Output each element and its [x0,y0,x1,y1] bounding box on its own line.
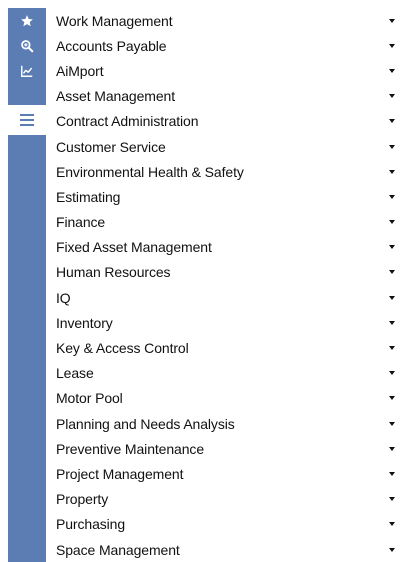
menu-item-project-management[interactable]: Project Management [56,461,400,486]
menu-item-label: AiMport [56,62,104,79]
chevron-down-icon [389,547,395,552]
chevron-down-icon [389,396,395,401]
menu-item-label: Estimating [56,188,121,205]
chevron-down-icon [389,471,395,476]
menu-item-space-management[interactable]: Space Management [56,537,400,562]
menu-item-label: Customer Service [56,138,166,155]
menu-item-label: Preventive Maintenance [56,440,204,457]
menu-item-label: Purchasing [56,516,126,533]
menu-item-work-management[interactable]: Work Management [56,8,400,33]
chevron-down-icon [389,371,395,376]
menu-item-label: Fixed Asset Management [56,239,212,256]
menu-item-purchasing[interactable]: Purchasing [56,512,400,537]
menu-item-planning-needs-analysis[interactable]: Planning and Needs Analysis [56,411,400,436]
menu-item-label: Asset Management [56,88,176,105]
side-rail [8,8,46,562]
menu-item-label: Key & Access Control [56,340,189,357]
menu-item-label: IQ [56,289,71,306]
chevron-down-icon [389,94,395,99]
module-menu: Work Management Accounts Payable AiMport… [56,8,400,562]
app: Work Management Accounts Payable AiMport… [0,0,404,562]
menu-item-aimport[interactable]: AiMport [56,58,400,83]
chevron-down-icon [389,295,395,300]
menu-item-key-access-control[interactable]: Key & Access Control [56,335,400,360]
chevron-down-icon [389,245,395,250]
reports-button[interactable] [8,58,46,83]
menu-item-label: Space Management [56,541,180,558]
chevron-down-icon [389,43,395,48]
menu-item-label: Property [56,491,109,508]
star-icon [21,14,33,26]
menu-item-label: Work Management [56,12,173,29]
menu-item-inventory[interactable]: Inventory [56,310,400,335]
menu-item-motor-pool[interactable]: Motor Pool [56,386,400,411]
chevron-down-icon [389,194,395,199]
menu-item-accounts-payable[interactable]: Accounts Payable [56,33,400,58]
menu-item-label: Contract Administration [56,113,199,130]
chevron-down-icon [389,119,395,124]
chevron-down-icon [389,68,395,73]
chevron-down-icon [389,220,395,225]
menu-item-human-resources[interactable]: Human Resources [56,260,400,285]
menu-item-label: Project Management [56,465,184,482]
menu-item-property[interactable]: Property [56,487,400,512]
menu-item-preventive-maintenance[interactable]: Preventive Maintenance [56,436,400,461]
chevron-down-icon [389,522,395,527]
menu-item-contract-administration[interactable]: Contract Administration [56,109,400,134]
menu-item-label: Finance [56,214,106,231]
search-zoom-icon [21,39,34,52]
menu-item-customer-service[interactable]: Customer Service [56,134,400,159]
chevron-down-icon [389,18,395,23]
menu-item-label: Lease [56,365,94,382]
chart-icon [21,65,33,77]
menu-item-estimating[interactable]: Estimating [56,184,400,209]
menu-item-lease[interactable]: Lease [56,361,400,386]
menu-item-label: Planning and Needs Analysis [56,415,235,432]
menu-item-label: Human Resources [56,264,171,281]
menu-item-label: Inventory [56,314,113,331]
menu-button[interactable] [8,105,46,135]
search-button[interactable] [8,33,46,58]
chevron-down-icon [389,270,395,275]
menu-item-label: Accounts Payable [56,37,167,54]
chevron-down-icon [389,320,395,325]
menu-item-asset-management[interactable]: Asset Management [56,84,400,109]
chevron-down-icon [389,421,395,426]
hamburger-menu-icon [20,114,34,126]
favorites-button[interactable] [8,8,46,33]
menu-item-finance[interactable]: Finance [56,210,400,235]
menu-item-environmental-health-safety[interactable]: Environmental Health & Safety [56,159,400,184]
chevron-down-icon [389,169,395,174]
menu-item-label: Motor Pool [56,390,123,407]
menu-item-iq[interactable]: IQ [56,285,400,310]
chevron-down-icon [389,446,395,451]
menu-item-fixed-asset-management[interactable]: Fixed Asset Management [56,235,400,260]
chevron-down-icon [389,144,395,149]
chevron-down-icon [389,497,395,502]
chevron-down-icon [389,346,395,351]
menu-item-label: Environmental Health & Safety [56,163,244,180]
